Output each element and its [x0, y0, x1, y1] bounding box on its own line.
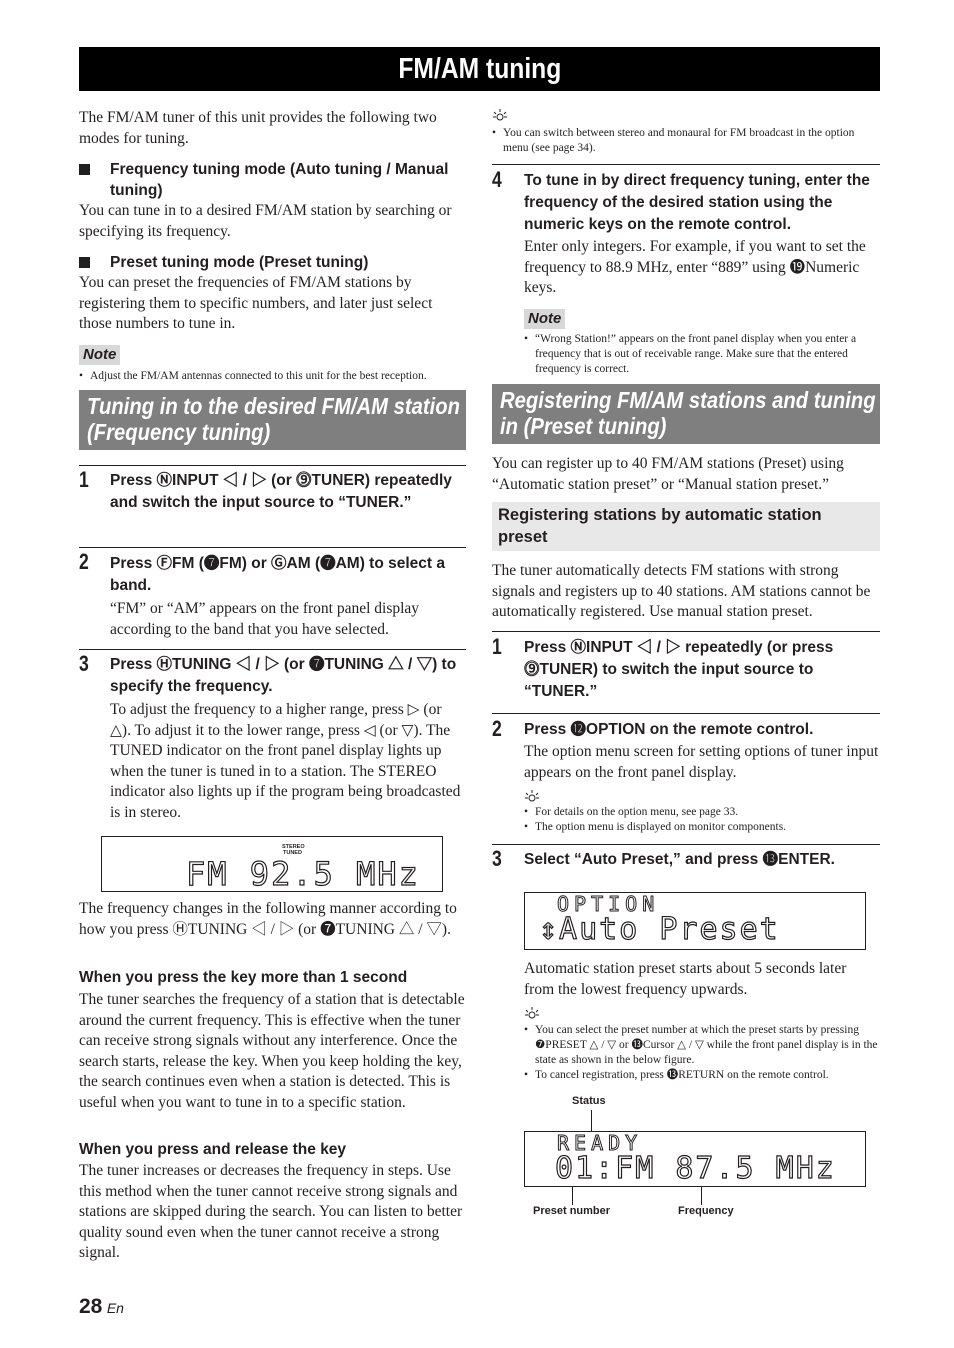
divider: [492, 164, 880, 165]
front-panel-display-ready: READY 01:FM 87.5 MHz: [524, 1131, 866, 1187]
mode1-heading: Frequency tuning mode (Auto tuning / Man…: [79, 159, 466, 201]
sub2-heading: When you press and release the key: [79, 1141, 347, 1158]
leader-line: [591, 1110, 592, 1132]
front-panel-display-fm: STEREO TUNED FM 92.5 MHz: [101, 836, 443, 892]
mode2-text: You can preset the frequencies of FM/AM …: [79, 274, 433, 332]
display-line2: ↕Auto Preset: [538, 912, 780, 947]
sub1-heading: When you press the key more than 1 secon…: [79, 969, 408, 986]
note-tag: Note: [524, 309, 566, 329]
display-text: FM 92.5 MHz: [185, 855, 420, 893]
step-r2-text: Press ⓬OPTION on the remote control.: [524, 721, 814, 738]
step-number: 2: [79, 549, 89, 574]
tip-icon: [493, 109, 507, 121]
intro-text: The FM/AM tuner of this unit provides th…: [79, 109, 437, 147]
step-3-text: Press ⒽTUNING ◁ / ▷ (or ❼TUNING △ / ▽) t…: [110, 656, 457, 695]
auto-preset-start-text: Automatic station preset starts about 5 …: [524, 960, 847, 998]
step-2-body: “FM” or “AM” appears on the front panel …: [110, 600, 420, 638]
auto-preset-description: The tuner automatically detects FM stati…: [492, 562, 871, 620]
step-number: 1: [79, 467, 89, 492]
divider: [79, 547, 466, 548]
sub1-text: The tuner searches the frequency of a st…: [79, 991, 465, 1111]
sub2-text: The tuner increases or decreases the fre…: [79, 1162, 463, 1261]
label-status: Status: [572, 1095, 606, 1107]
step-1-text: Press ⓃINPUT ◁ / ▷ (or ⓽TUNER) repeatedl…: [110, 472, 452, 511]
step-number: 2: [492, 716, 502, 741]
divider: [79, 649, 466, 650]
step-4-text: To tune in by direct frequency tuning, e…: [524, 172, 870, 233]
step-r2-body: The option menu screen for setting optio…: [524, 743, 879, 781]
mode2-heading: Preset tuning mode (Preset tuning): [79, 252, 466, 273]
step-number: 3: [492, 846, 502, 871]
mode1-text: You can tune in to a desired FM/AM stati…: [79, 202, 452, 240]
step-number: 1: [492, 634, 502, 659]
step-number: 4: [492, 167, 502, 192]
divider: [79, 465, 466, 466]
step-number: 3: [79, 651, 89, 676]
divider: [492, 844, 880, 845]
tip-icon: [525, 790, 539, 802]
section-heading-frequency-tuning: Tuning in to the desired FM/AM station (…: [79, 390, 466, 450]
tip-icon: [525, 1007, 539, 1019]
page-title: FM/AM tuning: [79, 47, 880, 91]
label-frequency: Frequency: [678, 1205, 734, 1217]
display-line2: 01:FM 87.5 MHz: [554, 1151, 836, 1186]
step-4-body: Enter only integers. For example, if you…: [524, 238, 866, 296]
step-3-body: To adjust the frequency to a higher rang…: [110, 701, 461, 821]
divider: [492, 631, 880, 632]
sub-heading-auto-preset: Registering stations by automatic statio…: [492, 502, 880, 551]
divider: [492, 713, 880, 714]
label-preset-number: Preset number: [533, 1205, 611, 1217]
step-r1-text: Press ⓃINPUT ◁ / ▷ repeatedly (or press …: [524, 639, 834, 700]
step-2-text: Press ⒻFM (❼FM) or ⒼAM (❼AM) to select a…: [110, 555, 445, 594]
leader-line: [701, 1187, 702, 1205]
note-tag: Note: [79, 345, 121, 365]
square-bullet-icon: [79, 164, 90, 175]
leader-line: [572, 1187, 573, 1205]
front-panel-display-option: OPTION ↕Auto Preset: [524, 892, 866, 950]
step-r3-text: Select “Auto Preset,” and press ⓭ENTER.: [524, 851, 835, 868]
page-number: 28 En: [79, 1295, 124, 1318]
section-heading-preset-tuning: Registering FM/AM stations and tuning in…: [492, 384, 880, 444]
section-intro: You can register up to 40 FM/AM stations…: [492, 455, 844, 493]
freq-change-text: The frequency changes in the following m…: [79, 900, 457, 938]
square-bullet-icon: [79, 257, 90, 268]
